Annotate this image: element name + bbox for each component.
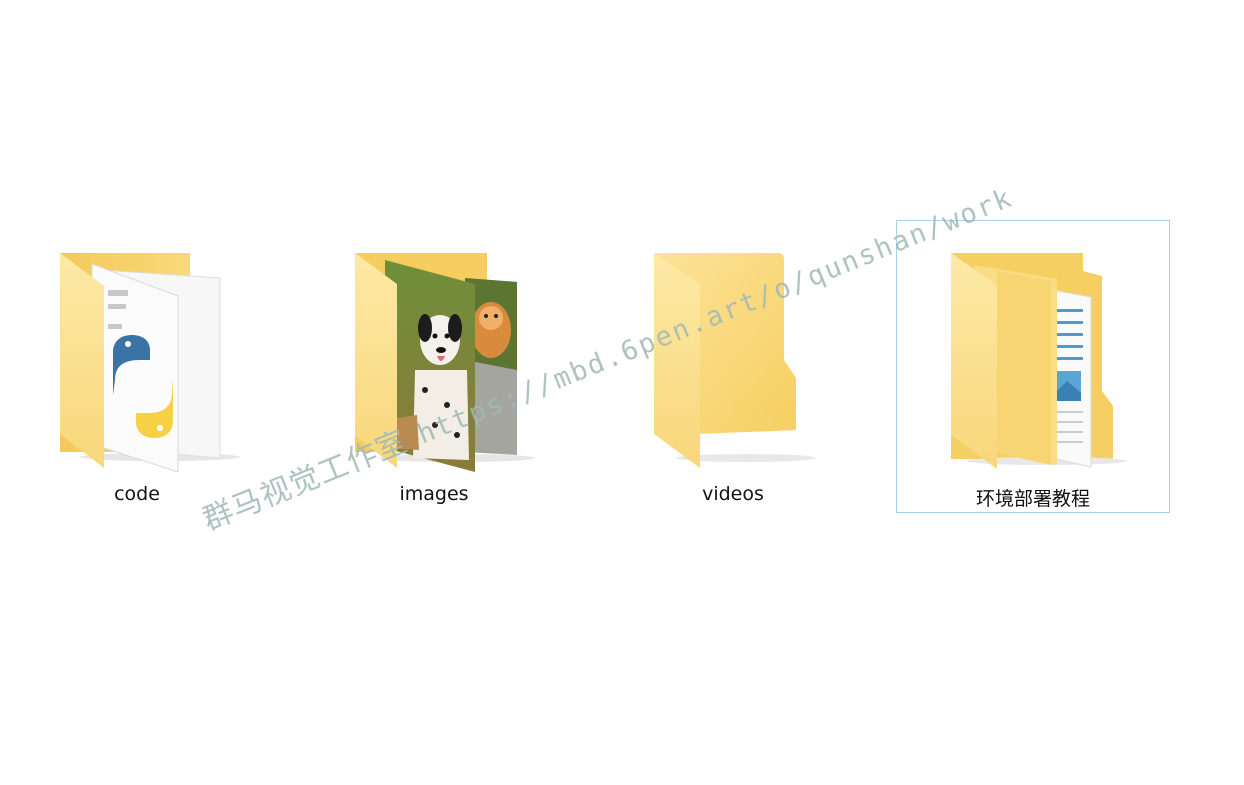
folder-with-python-file-icon	[60, 253, 240, 473]
folder-with-document-icon	[951, 253, 1127, 469]
folder-label: videos	[702, 483, 764, 505]
folder-icon	[654, 253, 816, 468]
folder-label: images	[399, 483, 469, 505]
folder-images[interactable]: images	[297, 220, 571, 513]
folder-with-image-preview-icon	[355, 253, 535, 472]
folder-label: code	[114, 483, 160, 505]
folder-videos[interactable]: videos	[596, 220, 870, 513]
folder-code[interactable]: code	[0, 220, 274, 513]
file-explorer-view: code images videos 环境部署教程 群马视觉工作室https:/…	[0, 0, 1244, 785]
folder-deployment-tutorial[interactable]: 环境部署教程	[896, 220, 1170, 513]
folder-label: 环境部署教程	[975, 488, 1090, 510]
